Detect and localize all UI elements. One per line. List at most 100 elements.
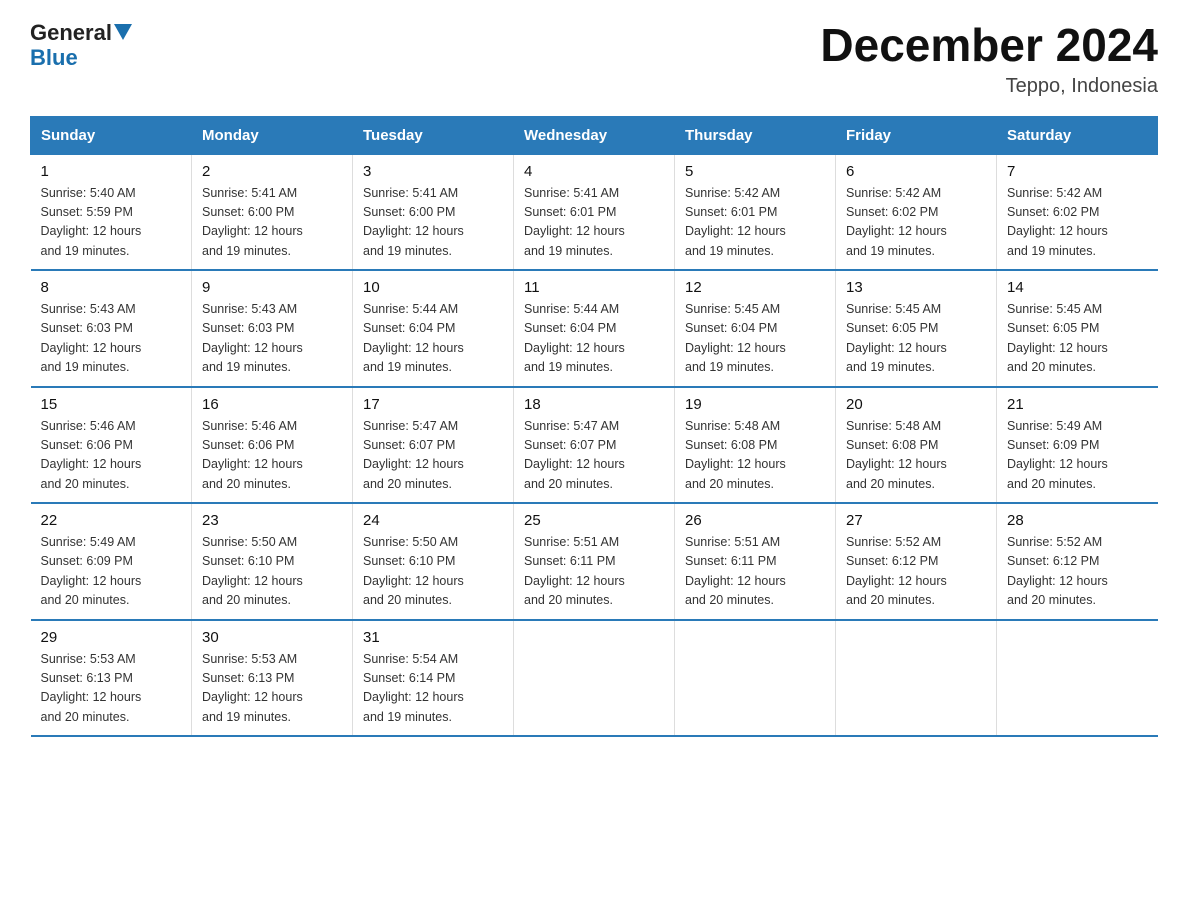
day-number: 15 (41, 396, 182, 413)
day-number: 27 (846, 512, 986, 529)
day-info: Sunrise: 5:46 AMSunset: 6:06 PMDaylight:… (202, 417, 342, 495)
calendar-cell: 17 Sunrise: 5:47 AMSunset: 6:07 PMDayligh… (353, 387, 514, 504)
day-info: Sunrise: 5:49 AMSunset: 6:09 PMDaylight:… (1007, 417, 1148, 495)
day-info: Sunrise: 5:51 AMSunset: 6:11 PMDaylight:… (685, 533, 825, 611)
day-number: 3 (363, 163, 503, 180)
calendar-cell: 8Sunrise: 5:43 AMSunset: 6:03 PMDaylight… (31, 270, 192, 387)
day-number: 29 (41, 629, 182, 646)
day-number: 9 (202, 279, 342, 296)
calendar-cell: 27Sunrise: 5:52 AMSunset: 6:12 PMDayligh… (836, 503, 997, 620)
calendar-cell: 1Sunrise: 5:40 AMSunset: 5:59 PMDaylight… (31, 154, 192, 270)
day-number: 26 (685, 512, 825, 529)
calendar-cell: 15 Sunrise: 5:46 AMSunset: 6:06 PMDayligh… (31, 387, 192, 504)
day-number: 11 (524, 279, 664, 296)
day-number: 22 (41, 512, 182, 529)
day-header-thursday: Thursday (675, 116, 836, 154)
week-row-1: 1Sunrise: 5:40 AMSunset: 5:59 PMDaylight… (31, 154, 1158, 270)
day-info: Sunrise: 5:47 AMSunset: 6:07 PMDaylight:… (363, 417, 503, 495)
calendar-cell: 31 Sunrise: 5:54 AMSunset: 6:14 PMDayligh… (353, 620, 514, 737)
day-info: Sunrise: 5:53 AMSunset: 6:13 PMDaylight:… (202, 650, 342, 728)
day-info: Sunrise: 5:41 AMSunset: 6:00 PMDaylight:… (363, 184, 503, 262)
day-header-sunday: Sunday (31, 116, 192, 154)
day-info: Sunrise: 5:42 AMSunset: 6:01 PMDaylight:… (685, 184, 825, 262)
day-header-monday: Monday (192, 116, 353, 154)
calendar-cell: 14Sunrise: 5:45 AMSunset: 6:05 PMDayligh… (997, 270, 1158, 387)
day-info: Sunrise: 5:42 AMSunset: 6:02 PMDaylight:… (846, 184, 986, 262)
calendar-cell (836, 620, 997, 737)
calendar-cell: 22 Sunrise: 5:49 AMSunset: 6:09 PMDayligh… (31, 503, 192, 620)
calendar-subtitle: Teppo, Indonesia (820, 75, 1158, 98)
day-info: Sunrise: 5:44 AMSunset: 6:04 PMDaylight:… (363, 300, 503, 378)
calendar-cell: 4Sunrise: 5:41 AMSunset: 6:01 PMDaylight… (514, 154, 675, 270)
calendar-cell: 25 Sunrise: 5:51 AMSunset: 6:11 PMDayligh… (514, 503, 675, 620)
day-info: Sunrise: 5:49 AMSunset: 6:09 PMDaylight:… (41, 533, 182, 611)
day-info: Sunrise: 5:46 AMSunset: 6:06 PMDaylight:… (41, 417, 182, 495)
calendar-cell: 29Sunrise: 5:53 AMSunset: 6:13 PMDayligh… (31, 620, 192, 737)
page-header: General Blue December 2024 Teppo, Indone… (30, 20, 1158, 98)
day-header-saturday: Saturday (997, 116, 1158, 154)
day-number: 31 (363, 629, 503, 646)
calendar-cell: 28 Sunrise: 5:52 AMSunset: 6:12 PMDayligh… (997, 503, 1158, 620)
day-number: 17 (363, 396, 503, 413)
day-number: 12 (685, 279, 825, 296)
calendar-title: December 2024 (820, 20, 1158, 71)
day-info: Sunrise: 5:50 AMSunset: 6:10 PMDaylight:… (363, 533, 503, 611)
calendar-cell: 9 Sunrise: 5:43 AMSunset: 6:03 PMDaylight… (192, 270, 353, 387)
calendar-header-row: SundayMondayTuesdayWednesdayThursdayFrid… (31, 116, 1158, 154)
calendar-cell: 11 Sunrise: 5:44 AMSunset: 6:04 PMDayligh… (514, 270, 675, 387)
day-number: 7 (1007, 163, 1148, 180)
day-info: Sunrise: 5:44 AMSunset: 6:04 PMDaylight:… (524, 300, 664, 378)
day-info: Sunrise: 5:51 AMSunset: 6:11 PMDaylight:… (524, 533, 664, 611)
day-header-friday: Friday (836, 116, 997, 154)
day-number: 5 (685, 163, 825, 180)
day-number: 23 (202, 512, 342, 529)
calendar-cell: 23Sunrise: 5:50 AMSunset: 6:10 PMDayligh… (192, 503, 353, 620)
calendar-cell: 16 Sunrise: 5:46 AMSunset: 6:06 PMDayligh… (192, 387, 353, 504)
week-row-5: 29 Sunrise: 5:53 AMSunset: 6:13 PMDayligh… (31, 620, 1158, 737)
day-number: 6 (846, 163, 986, 180)
calendar-cell: 3 Sunrise: 5:41 AMSunset: 6:00 PMDaylight… (353, 154, 514, 270)
day-info: Sunrise: 5:47 AMSunset: 6:07 PMDaylight:… (524, 417, 664, 495)
day-number: 20 (846, 396, 986, 413)
day-number: 30 (202, 629, 342, 646)
day-info: Sunrise: 5:45 AMSunset: 6:05 PMDaylight:… (846, 300, 986, 378)
calendar-cell: 10Sunrise: 5:44 AMSunset: 6:04 PMDayligh… (353, 270, 514, 387)
day-number: 13 (846, 279, 986, 296)
day-info: Sunrise: 5:43 AMSunset: 6:03 PMDaylight:… (41, 300, 182, 378)
calendar-cell: 21 Sunrise: 5:49 AMSunset: 6:09 PMDayligh… (997, 387, 1158, 504)
day-info: Sunrise: 5:43 AMSunset: 6:03 PMDaylight:… (202, 300, 342, 378)
day-number: 25 (524, 512, 664, 529)
calendar-cell: 6 Sunrise: 5:42 AMSunset: 6:02 PMDaylight… (836, 154, 997, 270)
day-number: 19 (685, 396, 825, 413)
day-info: Sunrise: 5:48 AMSunset: 6:08 PMDaylight:… (846, 417, 986, 495)
day-number: 16 (202, 396, 342, 413)
calendar-cell: 18 Sunrise: 5:47 AMSunset: 6:07 PMDayligh… (514, 387, 675, 504)
calendar-cell: 7Sunrise: 5:42 AMSunset: 6:02 PMDaylight… (997, 154, 1158, 270)
calendar-cell (514, 620, 675, 737)
calendar-cell: 2Sunrise: 5:41 AMSunset: 6:00 PMDaylight… (192, 154, 353, 270)
day-header-tuesday: Tuesday (353, 116, 514, 154)
day-number: 24 (363, 512, 503, 529)
logo-general: General (30, 20, 112, 46)
logo-triangle (114, 24, 132, 40)
logo: General Blue (30, 20, 134, 71)
day-info: Sunrise: 5:48 AMSunset: 6:08 PMDaylight:… (685, 417, 825, 495)
week-row-4: 22 Sunrise: 5:49 AMSunset: 6:09 PMDayligh… (31, 503, 1158, 620)
day-number: 18 (524, 396, 664, 413)
calendar-cell: 20 Sunrise: 5:48 AMSunset: 6:08 PMDayligh… (836, 387, 997, 504)
calendar-table: SundayMondayTuesdayWednesdayThursdayFrid… (30, 116, 1158, 738)
calendar-cell: 26 Sunrise: 5:51 AMSunset: 6:11 PMDayligh… (675, 503, 836, 620)
day-number: 21 (1007, 396, 1148, 413)
day-number: 14 (1007, 279, 1148, 296)
calendar-cell: 5 Sunrise: 5:42 AMSunset: 6:01 PMDaylight… (675, 154, 836, 270)
calendar-cell: 30 Sunrise: 5:53 AMSunset: 6:13 PMDayligh… (192, 620, 353, 737)
day-info: Sunrise: 5:52 AMSunset: 6:12 PMDaylight:… (1007, 533, 1148, 611)
logo-blue: Blue (30, 46, 134, 70)
calendar-cell (675, 620, 836, 737)
day-info: Sunrise: 5:54 AMSunset: 6:14 PMDaylight:… (363, 650, 503, 728)
calendar-cell: 19 Sunrise: 5:48 AMSunset: 6:08 PMDayligh… (675, 387, 836, 504)
logo-text: General Blue (30, 20, 134, 71)
day-number: 2 (202, 163, 342, 180)
day-number: 28 (1007, 512, 1148, 529)
calendar-cell: 13 Sunrise: 5:45 AMSunset: 6:05 PMDayligh… (836, 270, 997, 387)
